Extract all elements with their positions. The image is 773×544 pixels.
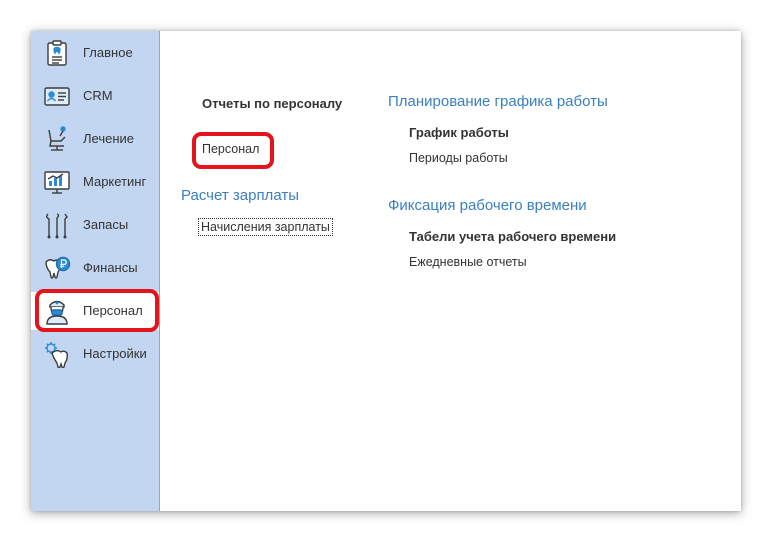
sidebar-item-label: Персонал (83, 303, 143, 318)
app-window: Главное CRM Лечение Маркетинг Запасы Фин… (31, 31, 741, 511)
chart-screen-icon (43, 168, 71, 196)
sidebar-item-treatment[interactable]: Лечение (31, 120, 159, 158)
sidebar-item-label: Финансы (83, 260, 138, 275)
sidebar-item-label: Лечение (83, 131, 135, 146)
link-timesheets[interactable]: Табели учета рабочего времени (409, 229, 616, 244)
sidebar-item-label: Маркетинг (83, 174, 147, 189)
payroll-group-title: Расчет зарплаты (181, 187, 299, 204)
sidebar-item-marketing[interactable]: Маркетинг (31, 163, 159, 201)
doctor-icon (43, 297, 71, 325)
tooth-gear-icon (43, 340, 71, 368)
sidebar-item-stock[interactable]: Запасы (31, 206, 159, 244)
sidebar: Главное CRM Лечение Маркетинг Запасы Фин… (31, 31, 160, 511)
dental-chair-icon (43, 125, 71, 153)
clipboard-tooth-icon (43, 39, 71, 67)
sidebar-item-crm[interactable]: CRM (31, 77, 159, 115)
link-personnel-report[interactable]: Персонал (202, 142, 259, 156)
tooth-ruble-icon (43, 254, 71, 282)
content-panel: Отчеты по персоналу Персонал Расчет зарп… (160, 31, 741, 511)
reports-group-title: Отчеты по персоналу (202, 96, 343, 111)
sidebar-item-label: CRM (83, 88, 113, 103)
dental-tools-icon (43, 211, 71, 239)
contact-card-icon (43, 82, 71, 110)
sidebar-item-settings[interactable]: Настройки (31, 335, 159, 373)
sidebar-item-label: Настройки (83, 346, 147, 361)
sidebar-item-personnel[interactable]: Персонал (31, 292, 159, 330)
sidebar-item-finance[interactable]: Финансы (31, 249, 159, 287)
link-daily-reports[interactable]: Ежедневные отчеты (409, 255, 527, 269)
sidebar-item-main[interactable]: Главное (31, 34, 159, 72)
time-tracking-group-title: Фиксация рабочего времени (388, 197, 587, 214)
link-payroll-accruals[interactable]: Начисления зарплаты (198, 218, 333, 236)
sidebar-item-label: Запасы (83, 217, 129, 232)
sidebar-item-label: Главное (83, 45, 133, 60)
link-work-schedule[interactable]: График работы (409, 125, 509, 140)
schedule-group-title: Планирование графика работы (388, 93, 608, 110)
link-work-periods[interactable]: Периоды работы (409, 151, 508, 165)
